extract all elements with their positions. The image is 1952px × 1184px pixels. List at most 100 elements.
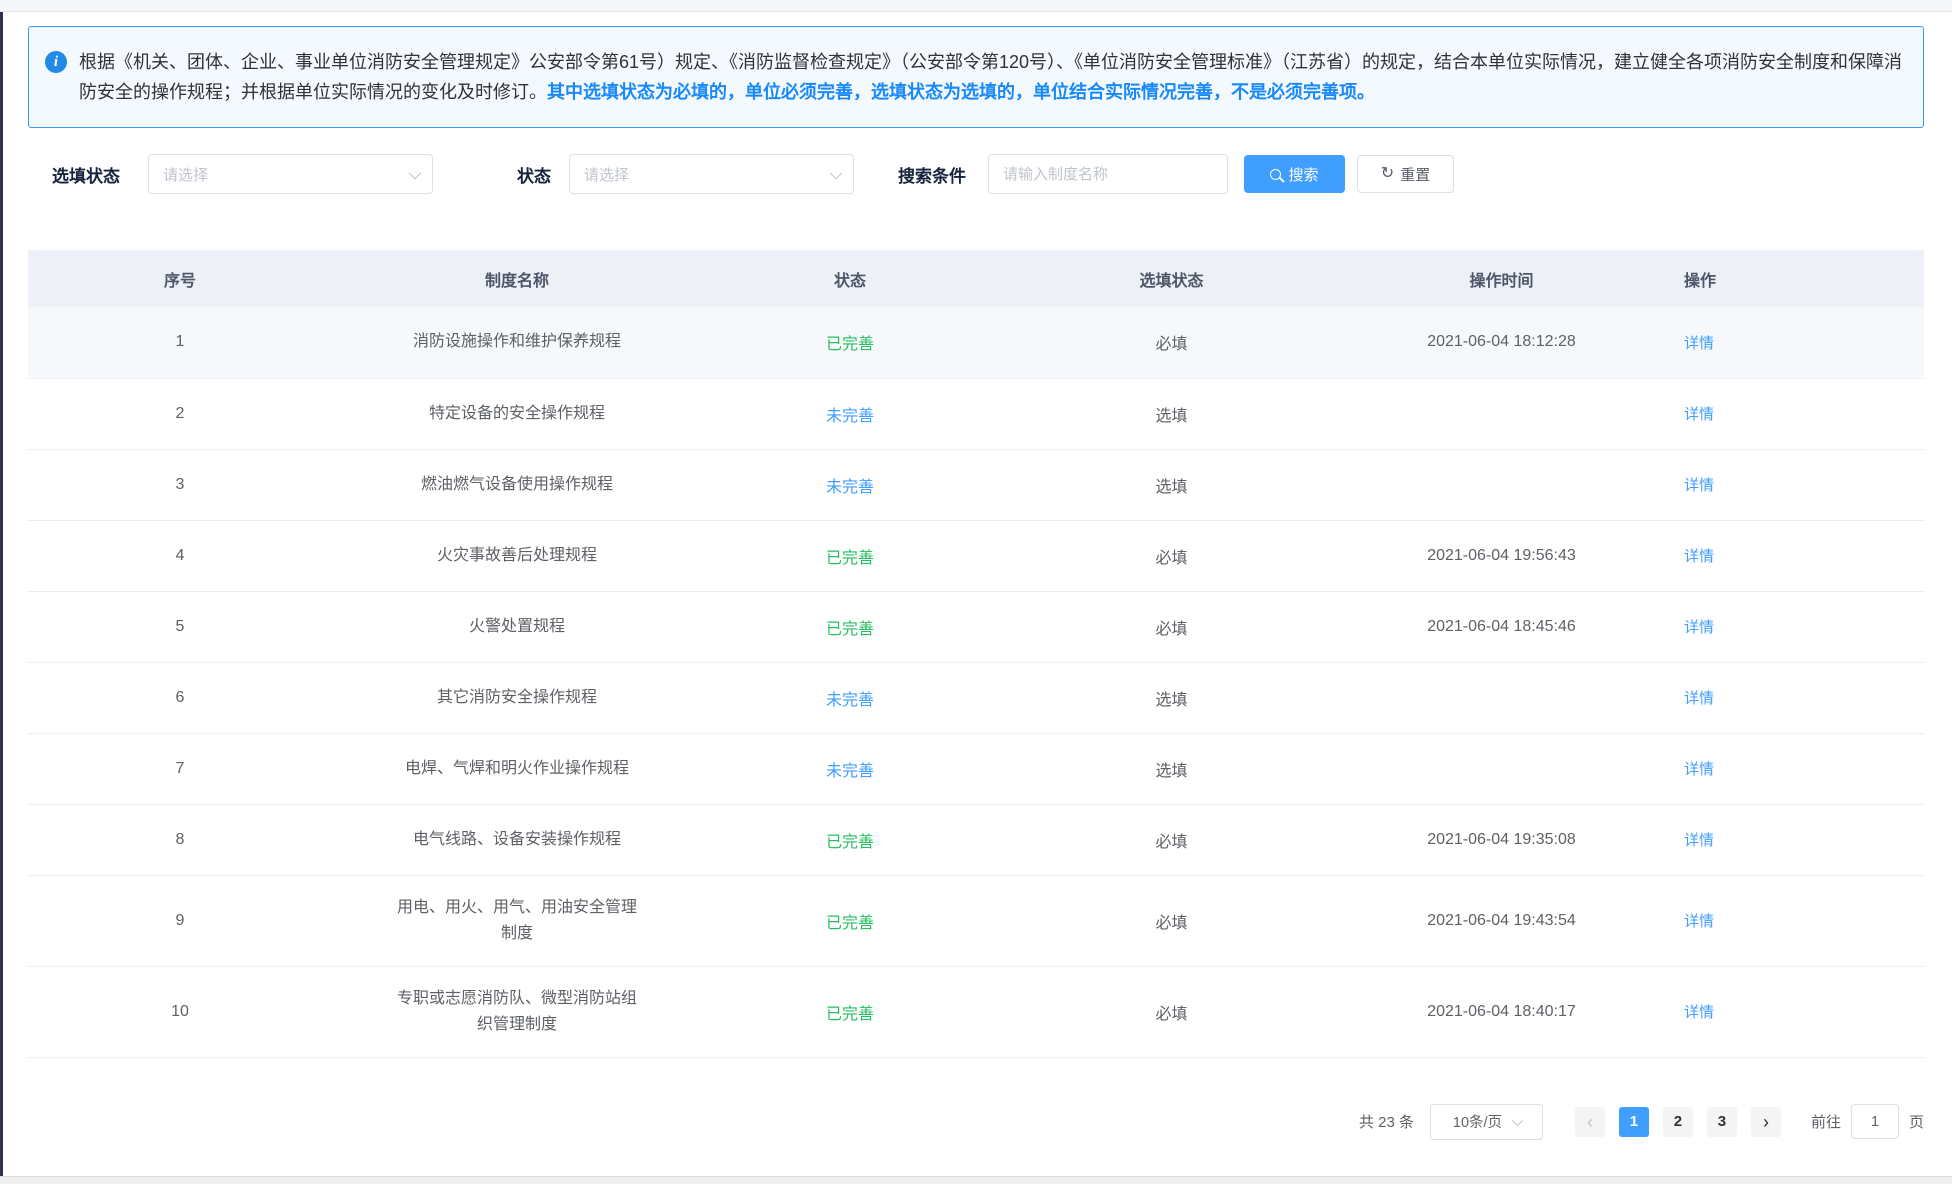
- info-banner: i 根据《机关、团体、企业、事业单位消防安全管理规定》公安部令第61号）规定、《…: [28, 26, 1924, 128]
- search-button-label: 搜索: [1288, 164, 1318, 185]
- bottom-strip: [0, 1176, 1952, 1184]
- total-count: 共 23 条: [1359, 1111, 1414, 1132]
- status-select[interactable]: 请选择: [569, 154, 854, 194]
- goto-page: 前往 页: [1811, 1104, 1924, 1139]
- page-button-1[interactable]: 1: [1619, 1107, 1649, 1137]
- sidebar-edge: [0, 12, 3, 1176]
- next-page-button[interactable]: ›: [1751, 1107, 1781, 1137]
- reset-button-label: 重置: [1400, 164, 1430, 185]
- status-text: 已完善: [826, 621, 874, 638]
- cell-index: 10: [28, 966, 332, 1057]
- cell-time: 2021-06-04 18:12:28: [1345, 307, 1658, 378]
- goto-page-input[interactable]: [1851, 1104, 1899, 1139]
- col-header-index: 序号: [28, 250, 332, 307]
- detail-link[interactable]: 详情: [1684, 406, 1714, 423]
- table-row: 5 火警处置规程 已完善 必填 2021-06-04 18:45:46 详情: [28, 591, 1924, 662]
- detail-link[interactable]: 详情: [1684, 690, 1714, 707]
- detail-link[interactable]: 详情: [1684, 1004, 1714, 1021]
- status-text: 未完善: [826, 408, 874, 425]
- detail-link[interactable]: 详情: [1684, 913, 1714, 930]
- detail-link[interactable]: 详情: [1684, 548, 1714, 565]
- chevron-left-icon: ‹: [1587, 1113, 1593, 1131]
- table-row: 6 其它消防安全操作规程 未完善 选填 详情: [28, 662, 1924, 733]
- col-header-required: 选填状态: [998, 250, 1345, 307]
- status-text: 已完善: [826, 336, 874, 353]
- cell-name: 燃油燃气设备使用操作规程: [332, 449, 702, 520]
- table-row: 10 专职或志愿消防队、微型消防站组织管理制度 已完善 必填 2021-06-0…: [28, 966, 1924, 1057]
- cell-index: 8: [28, 804, 332, 875]
- detail-link[interactable]: 详情: [1684, 477, 1714, 494]
- detail-link[interactable]: 详情: [1684, 619, 1714, 636]
- cell-required: 选填: [998, 449, 1345, 520]
- refresh-icon: ↻: [1381, 166, 1394, 182]
- cell-required: 必填: [998, 520, 1345, 591]
- detail-link[interactable]: 详情: [1684, 761, 1714, 778]
- cell-required: 必填: [998, 804, 1345, 875]
- cell-time: [1345, 449, 1658, 520]
- cell-index: 5: [28, 591, 332, 662]
- cell-time: [1345, 662, 1658, 733]
- cell-name: 电焊、气焊和明火作业操作规程: [332, 733, 702, 804]
- status-text: 已完善: [826, 915, 874, 932]
- page-button-3[interactable]: 3: [1707, 1107, 1737, 1137]
- cell-required: 选填: [998, 733, 1345, 804]
- cell-time: 2021-06-04 18:40:17: [1345, 966, 1658, 1057]
- col-header-name: 制度名称: [332, 250, 702, 307]
- status-text: 已完善: [826, 834, 874, 851]
- detail-link[interactable]: 详情: [1684, 832, 1714, 849]
- banner-text-highlight: 其中选填状态为必填的，单位必须完善，选填状态为选填的，单位结合实际情况完善，不是…: [547, 82, 1375, 102]
- page-size-select[interactable]: 10条/页: [1430, 1104, 1543, 1140]
- status-text: 已完善: [826, 1006, 874, 1023]
- cell-time: [1345, 378, 1658, 449]
- col-header-status: 状态: [702, 250, 998, 307]
- cell-time: 2021-06-04 19:35:08: [1345, 804, 1658, 875]
- goto-label: 前往: [1811, 1111, 1841, 1132]
- reset-button[interactable]: ↻ 重置: [1357, 155, 1454, 193]
- cell-name: 火警处置规程: [332, 591, 702, 662]
- search-icon: [1270, 169, 1281, 180]
- cell-time: [1345, 733, 1658, 804]
- optional-status-select[interactable]: 请选择: [148, 154, 433, 194]
- cell-index: 9: [28, 875, 332, 966]
- cell-required: 选填: [998, 378, 1345, 449]
- detail-link[interactable]: 详情: [1684, 335, 1714, 352]
- page-size-value: 10条/页: [1453, 1111, 1502, 1132]
- cell-required: 必填: [998, 966, 1345, 1057]
- page-button-2[interactable]: 2: [1663, 1107, 1693, 1137]
- cell-index: 3: [28, 449, 332, 520]
- status-text: 未完善: [826, 763, 874, 780]
- table-header-row: 序号 制度名称 状态 选填状态 操作时间 操作: [28, 250, 1924, 307]
- optional-status-label: 选填状态: [52, 162, 120, 187]
- goto-suffix: 页: [1909, 1111, 1924, 1132]
- optional-status-placeholder: 请选择: [163, 164, 208, 185]
- col-header-action: 操作: [1658, 250, 1924, 307]
- cell-name: 专职或志愿消防队、微型消防站组织管理制度: [332, 966, 702, 1057]
- col-header-time: 操作时间: [1345, 250, 1658, 307]
- cell-index: 1: [28, 307, 332, 378]
- cell-required: 选填: [998, 662, 1345, 733]
- table-row: 8 电气线路、设备安装操作规程 已完善 必填 2021-06-04 19:35:…: [28, 804, 1924, 875]
- chevron-down-icon: [830, 166, 843, 179]
- filter-bar: 选填状态 请选择 状态 请选择 搜索条件 搜索 ↻ 重置: [28, 154, 1924, 194]
- search-button[interactable]: 搜索: [1244, 155, 1345, 193]
- status-label: 状态: [517, 162, 551, 187]
- cell-name: 特定设备的安全操作规程: [332, 378, 702, 449]
- chevron-down-icon: [1512, 1114, 1523, 1125]
- status-text: 已完善: [826, 550, 874, 567]
- status-placeholder: 请选择: [584, 164, 629, 185]
- pager: ‹ 1 2 3 ›: [1575, 1107, 1781, 1137]
- table-row: 9 用电、用火、用气、用油安全管理制度 已完善 必填 2021-06-04 19…: [28, 875, 1924, 966]
- search-condition-label: 搜索条件: [898, 162, 966, 187]
- prev-page-button[interactable]: ‹: [1575, 1107, 1605, 1137]
- cell-required: 必填: [998, 591, 1345, 662]
- cell-name: 其它消防安全操作规程: [332, 662, 702, 733]
- chevron-right-icon: ›: [1763, 1113, 1769, 1131]
- cell-name: 电气线路、设备安装操作规程: [332, 804, 702, 875]
- chevron-down-icon: [409, 166, 422, 179]
- regulation-table: 序号 制度名称 状态 选填状态 操作时间 操作 1 消防设施操作和维护保养规程 …: [28, 250, 1924, 1058]
- cell-index: 2: [28, 378, 332, 449]
- table-row: 1 消防设施操作和维护保养规程 已完善 必填 2021-06-04 18:12:…: [28, 307, 1924, 378]
- cell-name: 火灾事故善后处理规程: [332, 520, 702, 591]
- cell-index: 6: [28, 662, 332, 733]
- search-input[interactable]: [988, 154, 1228, 194]
